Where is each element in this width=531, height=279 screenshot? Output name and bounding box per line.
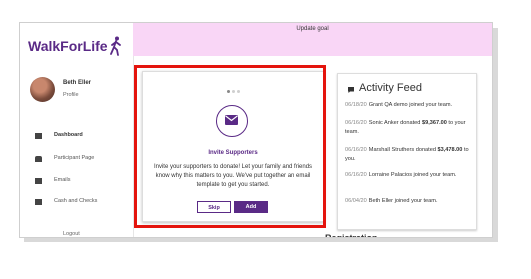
feed-date: 06/16/20 xyxy=(345,172,367,178)
highlight-box xyxy=(134,65,326,228)
feed-text: Sonic Anker donated xyxy=(368,120,421,126)
feed-amount: $9,367.00 xyxy=(421,120,447,126)
feed-date: 06/16/20 xyxy=(345,147,367,153)
sidebar-item-label: Dashboard xyxy=(54,132,83,138)
user-name: Beth Eller xyxy=(63,80,92,86)
dashboard-icon xyxy=(35,133,42,139)
sidebar-item-label: Participant Page xyxy=(54,155,95,161)
feed-text: Lorraine Palacios joined your team. xyxy=(368,172,457,178)
feed-text: Marshall Struthers donated xyxy=(368,147,436,153)
sidebar-item-participant-page[interactable]: Participant Page xyxy=(20,153,132,167)
sidebar: WalkForLife Beth Eller Profile Dashboard… xyxy=(20,23,134,237)
feed-date: 06/18/20 xyxy=(345,102,367,108)
goal-banner: Update goal xyxy=(133,23,492,56)
mail-icon xyxy=(35,178,42,184)
feed-item: 06/04/20 Beth Eller joined your team. xyxy=(345,197,473,206)
walker-icon xyxy=(110,36,121,56)
feed-text: Grant QA demo joined your team. xyxy=(368,102,453,108)
feed-date: 06/04/20 xyxy=(345,198,367,204)
card-icon xyxy=(35,199,42,205)
update-goal-link[interactable]: Update goal xyxy=(133,26,492,32)
sidebar-item-label: Cash and Checks xyxy=(54,198,98,204)
person-icon xyxy=(35,156,42,162)
feed-item: 06/18/20 Grant QA demo joined your team. xyxy=(345,101,473,110)
feed-text: Beth Eller joined your team. xyxy=(368,198,438,204)
sidebar-item-cash-and-checks[interactable]: Cash and Checks xyxy=(20,196,132,210)
feed-item: 06/16/20 Lorraine Palacios joined your te… xyxy=(345,171,473,180)
sidebar-item-label: Emails xyxy=(54,177,71,183)
app-logo[interactable]: WalkForLife xyxy=(28,38,108,54)
activity-feed: Activity Feed 06/18/20 Grant QA demo join… xyxy=(337,73,477,230)
sidebar-item-dashboard[interactable]: Dashboard xyxy=(20,130,132,144)
sidebar-item-emails[interactable]: Emails xyxy=(20,175,132,189)
feed-date: 06/16/20 xyxy=(345,120,367,126)
feed-item: 06/16/20 Marshall Struthers donated $3,47… xyxy=(345,146,473,164)
feed-item: 06/16/20 Sonic Anker donated $9,367.00 to… xyxy=(345,119,473,137)
feed-amount: $3,478.00 xyxy=(437,147,463,153)
feed-title: Activity Feed xyxy=(359,82,422,94)
avatar[interactable] xyxy=(30,77,55,102)
logout-link[interactable]: Logout xyxy=(63,231,80,237)
profile-link[interactable]: Profile xyxy=(63,92,79,98)
chat-bubble-icon xyxy=(348,87,354,93)
